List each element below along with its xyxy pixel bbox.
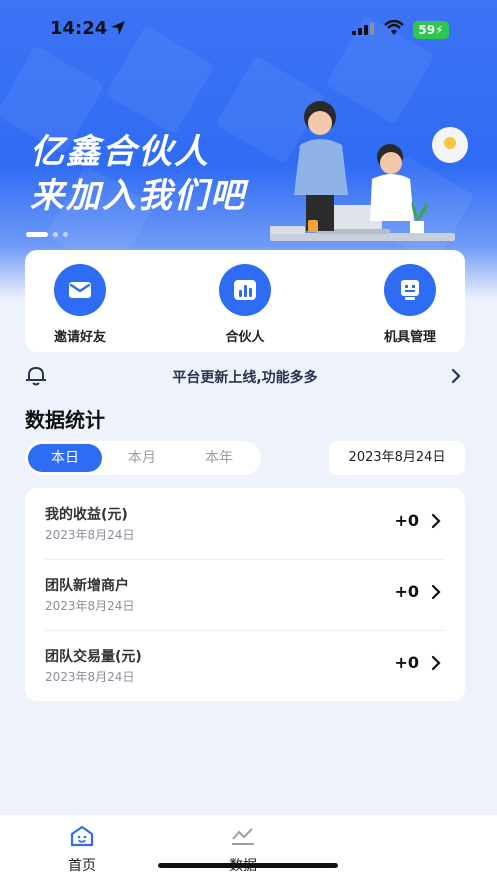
- chevron-right-icon: [431, 513, 441, 529]
- tab-this-month[interactable]: 本月: [105, 444, 179, 472]
- cellular-signal-icon: [352, 23, 374, 35]
- period-selector: 本日 本月 本年: [25, 441, 261, 475]
- partners-button[interactable]: 合伙人: [185, 264, 305, 345]
- mail-icon: [69, 282, 91, 298]
- quick-action-label: 邀请好友: [53, 330, 106, 345]
- status-bar: 14:24 59⚡: [0, 0, 497, 60]
- partners-illustration: [270, 101, 468, 241]
- carousel-indicator: [26, 224, 73, 243]
- home-indicator: [158, 863, 338, 868]
- bar-chart-icon: [234, 280, 256, 300]
- chevron-right-icon: [451, 368, 461, 384]
- device-icon: [401, 280, 419, 300]
- stats-card: 我的收益(元) 2023年8月24日 +0 团队新增商户 2023年8月24日 …: [25, 488, 465, 701]
- banner-title-line2: 来加入我们吧: [30, 176, 246, 216]
- bottom-tab-bar: 首页 数据: [0, 815, 497, 883]
- stat-value: +0: [394, 511, 419, 530]
- carousel-dot-active: [26, 232, 48, 237]
- stat-date: 2023年8月24日: [45, 670, 135, 684]
- chevron-right-icon: [431, 655, 441, 671]
- status-time: 14:24: [50, 18, 108, 39]
- tab-home[interactable]: 首页: [22, 825, 142, 875]
- chevron-right-icon: [431, 584, 441, 600]
- invite-friends-button[interactable]: 邀请好友: [20, 264, 140, 345]
- stat-row-transaction-volume[interactable]: 团队交易量(元) 2023年8月24日 +0: [25, 630, 465, 701]
- tab-label: 首页: [68, 858, 96, 874]
- stat-value: +0: [394, 582, 419, 601]
- carousel-dot: [53, 232, 58, 237]
- stat-date: 2023年8月24日: [45, 599, 135, 613]
- device-management-button[interactable]: 机具管理: [350, 264, 470, 345]
- stat-date: 2023年8月24日: [45, 528, 135, 542]
- stat-title: 团队新增商户: [45, 578, 129, 594]
- stat-row-new-merchants[interactable]: 团队新增商户 2023年8月24日 +0: [25, 559, 465, 630]
- carousel-dot: [63, 232, 68, 237]
- notice-bar[interactable]: 平台更新上线,功能多多: [25, 364, 465, 390]
- battery-icon: 59⚡: [413, 21, 449, 39]
- stat-row-earnings[interactable]: 我的收益(元) 2023年8月24日 +0: [25, 488, 465, 559]
- date-picker[interactable]: 2023年8月24日: [329, 441, 465, 475]
- stat-value: +0: [394, 653, 419, 672]
- location-arrow-icon: [111, 21, 125, 35]
- notice-text: 平台更新上线,功能多多: [172, 370, 318, 386]
- quick-action-label: 合伙人: [225, 330, 265, 345]
- quick-actions-card: 邀请好友 合伙人 机具管理: [25, 250, 465, 352]
- home-icon: [70, 825, 94, 847]
- stats-section-title: 数据统计: [25, 408, 105, 432]
- stat-title: 团队交易量(元): [45, 649, 142, 665]
- tab-this-year[interactable]: 本年: [182, 444, 256, 472]
- stat-title: 我的收益(元): [45, 507, 128, 523]
- tab-today[interactable]: 本日: [28, 444, 102, 472]
- quick-action-label: 机具管理: [383, 330, 436, 345]
- battery-level: 59: [418, 23, 436, 37]
- banner-title-line1: 亿鑫合伙人: [30, 132, 210, 172]
- chart-line-icon: [232, 828, 254, 845]
- wifi-icon: [384, 20, 404, 35]
